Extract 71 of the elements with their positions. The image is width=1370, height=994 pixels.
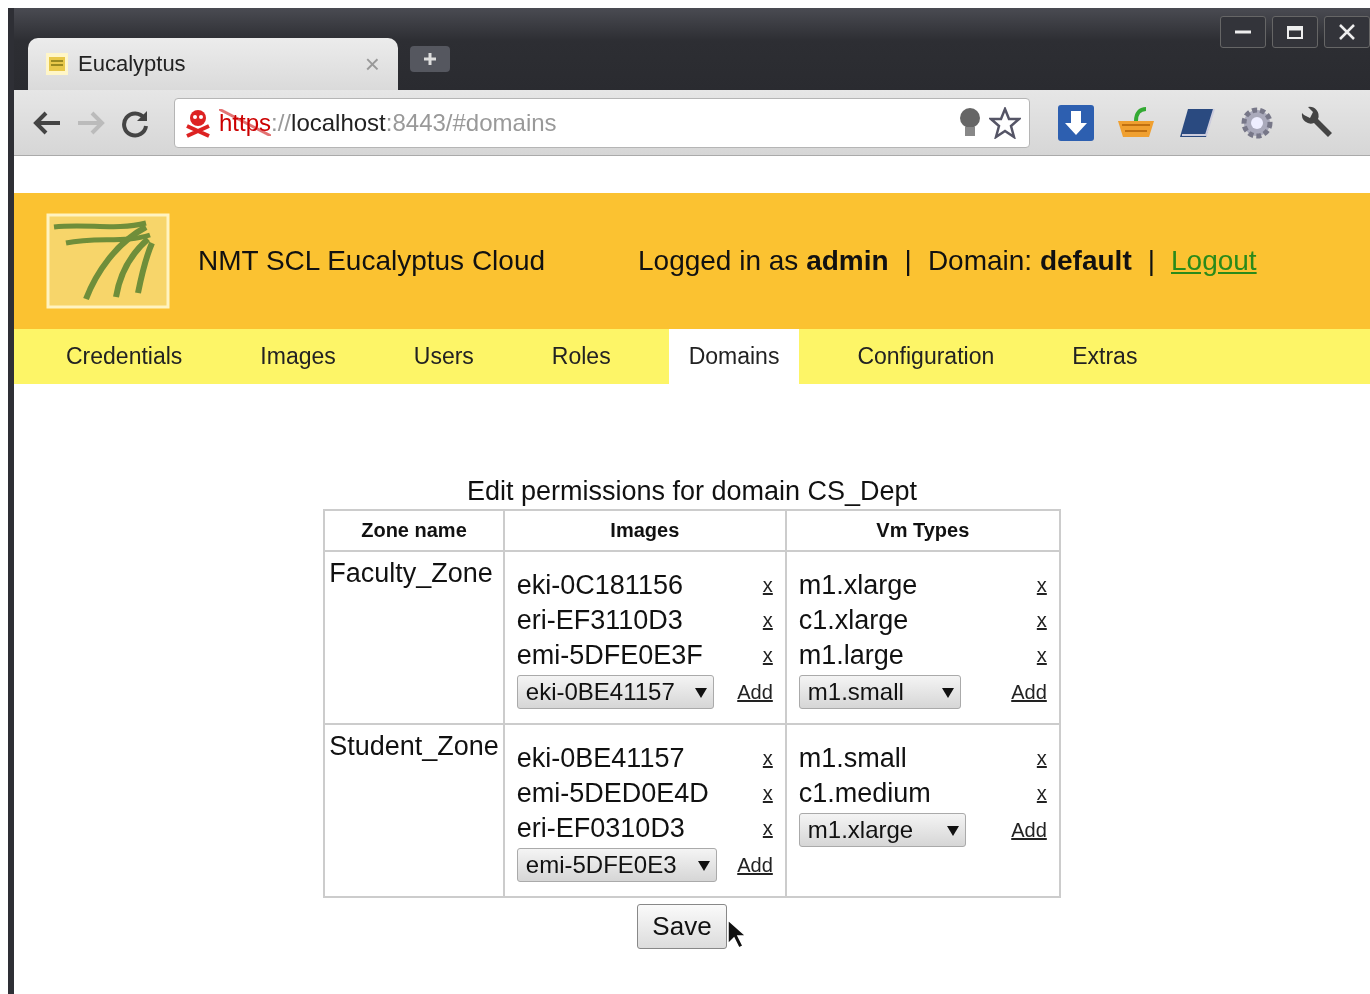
add-link[interactable]: Add: [1011, 818, 1047, 842]
remove-link[interactable]: x: [762, 644, 773, 667]
vm-type-name: m1.small: [798, 743, 908, 774]
image-name: emi-5DED0E4D: [516, 778, 710, 809]
back-icon[interactable]: [32, 109, 62, 136]
remove-link[interactable]: x: [1036, 747, 1047, 770]
remove-link[interactable]: x: [762, 817, 773, 840]
image-name: eri-EF0310D3: [516, 813, 686, 844]
vm-type-dropdown[interactable]: m1.small: [798, 675, 961, 709]
vm-type-name: m1.xlarge: [798, 570, 919, 601]
vm-type-dropdown[interactable]: m1.xlarge: [798, 813, 966, 847]
caret-icon: [942, 686, 954, 698]
browser-tab[interactable]: Eucalyptus ×: [28, 38, 398, 90]
add-link[interactable]: Add: [1011, 680, 1047, 704]
table-caption: Edit permissions for domain CS_Dept: [466, 476, 918, 508]
maximize-icon: [1287, 25, 1303, 39]
separator-text: |: [1147, 245, 1155, 277]
save-button[interactable]: Save: [637, 904, 727, 949]
add-link[interactable]: Add: [737, 680, 773, 704]
remove-link[interactable]: x: [1036, 644, 1047, 667]
url-text: https://localhost:8443/#domains: [219, 108, 558, 137]
zone-name: Student_Zone: [324, 724, 504, 897]
remove-link[interactable]: x: [762, 609, 773, 632]
image-dropdown[interactable]: eki-0BE41157: [516, 675, 715, 709]
image-dropdown[interactable]: emi-5DFE0E3: [516, 848, 718, 882]
close-button[interactable]: [1324, 16, 1370, 48]
plus-icon: [422, 51, 438, 67]
caret-icon: [695, 686, 708, 698]
new-tab-button[interactable]: [410, 46, 450, 72]
vm-type-name: c1.xlarge: [798, 605, 910, 636]
image-name: eri-EF3110D3: [516, 605, 684, 636]
remove-link[interactable]: x: [762, 782, 773, 805]
domain-status: Domain: default: [927, 245, 1132, 277]
nav-tab[interactable]: Roles: [531, 329, 631, 384]
remove-link[interactable]: x: [762, 747, 773, 770]
nav-tab[interactable]: Images: [240, 329, 356, 384]
column-header: Vm Types: [785, 510, 1060, 551]
address-bar[interactable]: https://localhost:8443/#domains: [174, 97, 1030, 148]
nav-tab[interactable]: Users: [393, 329, 494, 384]
remove-link[interactable]: x: [1036, 574, 1047, 597]
vm-type-name: m1.large: [798, 640, 905, 671]
download-icon[interactable]: [1058, 104, 1094, 141]
lightbulb-icon[interactable]: [957, 106, 983, 139]
nav-tab[interactable]: Credentials: [46, 329, 203, 384]
nav-tab[interactable]: Extras: [1052, 329, 1158, 384]
minimize-button[interactable]: [1220, 16, 1266, 48]
column-header: Images: [503, 510, 786, 551]
maximize-button[interactable]: [1272, 16, 1318, 48]
separator-text: |: [904, 245, 912, 277]
login-status: Logged in as admin: [638, 245, 889, 277]
image-name: eki-0BE41157: [516, 743, 686, 774]
close-icon: [1339, 24, 1355, 40]
star-icon[interactable]: [989, 106, 1021, 139]
nav-tab[interactable]: Domains: [668, 329, 800, 384]
remove-link[interactable]: x: [762, 574, 773, 597]
caret-icon: [698, 859, 711, 871]
remove-link[interactable]: x: [1036, 609, 1047, 632]
image-name: emi-5DFE0E3F: [516, 640, 704, 671]
tab-title: Eucalyptus: [78, 51, 187, 77]
image-name: eki-0C181156: [516, 570, 684, 601]
column-header: Zone name: [324, 510, 504, 551]
vm-type-name: c1.medium: [798, 778, 932, 809]
nav-tab[interactable]: Configuration: [837, 329, 1015, 384]
favicon-icon: [46, 53, 68, 75]
remove-link[interactable]: x: [1036, 782, 1047, 805]
caret-icon: [946, 824, 959, 836]
app-title: NMT SCL Eucalyptus Cloud: [198, 245, 547, 277]
zone-name: Faculty_Zone: [324, 551, 504, 724]
add-link[interactable]: Add: [737, 853, 773, 877]
minimize-icon: [1235, 30, 1251, 34]
cursor-icon: [726, 919, 747, 949]
